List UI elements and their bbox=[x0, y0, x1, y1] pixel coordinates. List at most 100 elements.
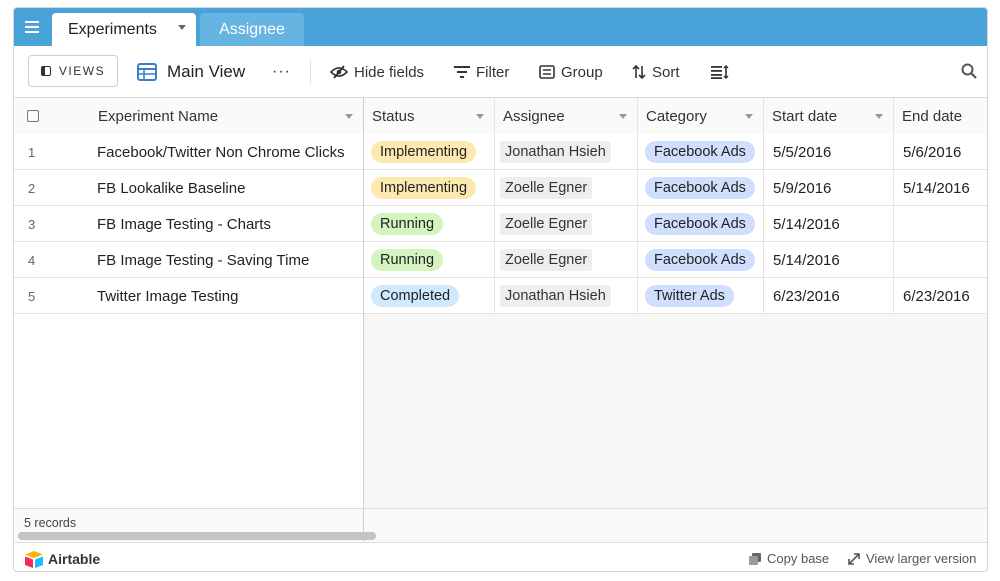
start-date-cell[interactable]: 5/5/2016 bbox=[764, 134, 894, 170]
horizontal-scrollbar[interactable] bbox=[18, 532, 376, 540]
column-header-assignee[interactable]: Assignee bbox=[495, 98, 638, 134]
start-date-cell[interactable]: 6/23/2016 bbox=[764, 278, 894, 314]
views-button[interactable]: VIEWS bbox=[28, 55, 118, 87]
grid-header: Experiment Name Status Assignee Category… bbox=[14, 98, 987, 134]
airtable-logo[interactable]: Airtable bbox=[24, 550, 100, 568]
column-header-status[interactable]: Status bbox=[364, 98, 495, 134]
search-button[interactable] bbox=[961, 63, 977, 84]
filter-button[interactable]: Filter bbox=[454, 46, 509, 98]
start-date-cell[interactable]: 5/14/2016 bbox=[764, 206, 894, 242]
column-header-label: Assignee bbox=[503, 107, 565, 125]
start-date-cell[interactable]: 5/14/2016 bbox=[764, 242, 894, 278]
column-header-name[interactable]: Experiment Name bbox=[94, 98, 364, 134]
empty-area-frozen bbox=[14, 314, 364, 508]
category-cell[interactable]: Facebook Ads bbox=[638, 206, 764, 242]
sort-button[interactable]: Sort bbox=[632, 46, 680, 98]
category-cell[interactable]: Facebook Ads bbox=[638, 170, 764, 206]
start-date-cell[interactable]: 5/9/2016 bbox=[764, 170, 894, 206]
status-cell[interactable]: Implementing bbox=[364, 170, 495, 206]
assignee-cell[interactable]: Jonathan Hsieh bbox=[495, 134, 638, 170]
table-row[interactable]: 5 Twitter Image Testing Completed Jonath… bbox=[14, 278, 987, 314]
experiment-name-cell[interactable]: Facebook/Twitter Non Chrome Clicks bbox=[94, 134, 364, 170]
status-badge: Implementing bbox=[371, 141, 477, 163]
airtable-embed: Experiments Assignee VIEWS Main View ··· bbox=[13, 7, 988, 572]
more-icon: ··· bbox=[272, 63, 291, 80]
assignee-tag: Zoelle Egner bbox=[500, 249, 593, 271]
group-icon bbox=[539, 65, 555, 79]
group-button[interactable]: Group bbox=[539, 46, 603, 98]
chevron-down-icon[interactable] bbox=[178, 25, 186, 30]
column-header-end-date[interactable]: End date bbox=[894, 98, 987, 134]
select-all-checkbox[interactable] bbox=[27, 110, 39, 122]
row-height-icon bbox=[711, 65, 729, 79]
column-header-category[interactable]: Category bbox=[638, 98, 764, 134]
tab-assignee[interactable]: Assignee bbox=[200, 13, 304, 46]
category-cell[interactable]: Facebook Ads bbox=[638, 242, 764, 278]
experiment-name-cell[interactable]: FB Image Testing - Charts bbox=[94, 206, 364, 242]
menu-button[interactable] bbox=[14, 8, 50, 46]
chevron-down-icon[interactable] bbox=[745, 114, 753, 119]
status-cell[interactable]: Completed bbox=[364, 278, 495, 314]
assignee-cell[interactable]: Zoelle Egner bbox=[495, 170, 638, 206]
view-name: Main View bbox=[167, 62, 246, 81]
chevron-down-icon[interactable] bbox=[619, 114, 627, 119]
views-label: VIEWS bbox=[58, 64, 106, 78]
category-badge: Facebook Ads bbox=[645, 249, 755, 271]
assignee-tag: Jonathan Hsieh bbox=[500, 141, 611, 163]
end-date-cell[interactable] bbox=[894, 206, 987, 242]
assignee-tag: Zoelle Egner bbox=[500, 177, 593, 199]
status-badge: Completed bbox=[371, 285, 460, 307]
tab-assignee-label: Assignee bbox=[219, 20, 285, 38]
row-height-button[interactable] bbox=[711, 46, 735, 98]
eye-slash-icon bbox=[330, 65, 348, 79]
select-all-cell[interactable] bbox=[14, 98, 94, 134]
category-badge: Twitter Ads bbox=[645, 285, 734, 307]
assignee-cell[interactable]: Zoelle Egner bbox=[495, 206, 638, 242]
category-badge: Facebook Ads bbox=[645, 141, 755, 163]
empty-area bbox=[364, 314, 987, 508]
assignee-cell[interactable]: Zoelle Egner bbox=[495, 242, 638, 278]
column-header-label: Category bbox=[646, 107, 707, 125]
end-date-cell[interactable]: 6/23/2016 bbox=[894, 278, 987, 314]
chevron-down-icon[interactable] bbox=[345, 114, 353, 119]
grid-view-icon bbox=[137, 63, 157, 81]
view-more-button[interactable]: ··· bbox=[272, 46, 291, 98]
column-header-start-date[interactable]: Start date bbox=[764, 98, 894, 134]
experiment-name-cell[interactable]: Twitter Image Testing bbox=[94, 278, 364, 314]
end-date-cell[interactable] bbox=[894, 242, 987, 278]
brand-name: Airtable bbox=[48, 551, 101, 567]
table-row[interactable]: 4 FB Image Testing - Saving Time Running… bbox=[14, 242, 987, 278]
column-header-label: Start date bbox=[772, 107, 838, 125]
tab-experiments[interactable]: Experiments bbox=[52, 13, 196, 46]
copy-base-link[interactable]: Copy base bbox=[749, 551, 829, 566]
experiment-name-cell[interactable]: FB Lookalike Baseline bbox=[94, 170, 364, 206]
end-date-cell[interactable]: 5/6/2016 bbox=[894, 134, 987, 170]
experiment-name-cell[interactable]: FB Image Testing - Saving Time bbox=[94, 242, 364, 278]
status-cell[interactable]: Running bbox=[364, 242, 495, 278]
assignee-cell[interactable]: Jonathan Hsieh bbox=[495, 278, 638, 314]
chevron-down-icon[interactable] bbox=[476, 114, 484, 119]
end-date-cell[interactable]: 5/14/2016 bbox=[894, 170, 987, 206]
chevron-down-icon[interactable] bbox=[875, 114, 883, 119]
sort-label: Sort bbox=[652, 63, 680, 81]
view-switcher[interactable]: Main View bbox=[137, 46, 245, 98]
status-cell[interactable]: Running bbox=[364, 206, 495, 242]
view-larger-link[interactable]: View larger version bbox=[848, 551, 976, 566]
table-row[interactable]: 1 Facebook/Twitter Non Chrome Clicks Imp… bbox=[14, 134, 987, 170]
view-larger-label: View larger version bbox=[866, 551, 977, 566]
hide-fields-label: Hide fields bbox=[354, 63, 425, 81]
record-count: 5 records bbox=[24, 516, 77, 530]
row-number: 4 bbox=[28, 252, 36, 268]
assignee-tag: Zoelle Egner bbox=[500, 213, 593, 235]
hide-fields-button[interactable]: Hide fields bbox=[330, 46, 424, 98]
category-cell[interactable]: Facebook Ads bbox=[638, 134, 764, 170]
records-grid: Experiment Name Status Assignee Category… bbox=[14, 98, 987, 508]
tab-experiments-label: Experiments bbox=[68, 20, 157, 38]
table-row[interactable]: 3 FB Image Testing - Charts Running Zoel… bbox=[14, 206, 987, 242]
status-cell[interactable]: Implementing bbox=[364, 134, 495, 170]
embed-footer: Airtable Copy base View larger version bbox=[14, 542, 987, 571]
category-cell[interactable]: Twitter Ads bbox=[638, 278, 764, 314]
status-badge: Implementing bbox=[371, 177, 477, 199]
table-row[interactable]: 2 FB Lookalike Baseline Implementing Zoe… bbox=[14, 170, 987, 206]
status-badge: Running bbox=[371, 249, 444, 271]
